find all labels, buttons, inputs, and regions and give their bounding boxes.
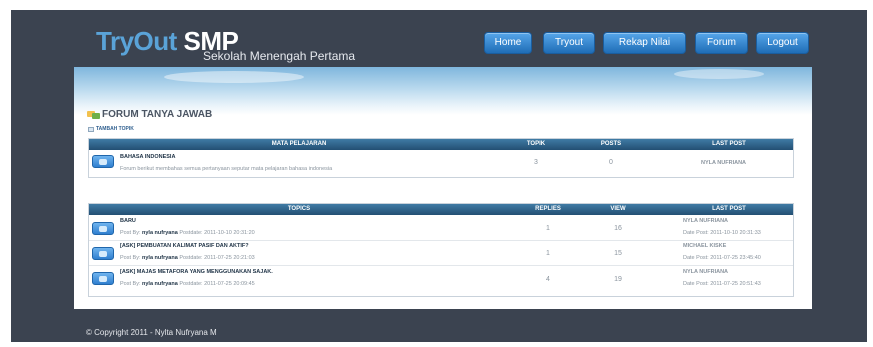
topic-icon (92, 222, 114, 235)
table-header: MATA PELAJARAN TOPIK POSTS LAST POST (89, 139, 793, 150)
last-post-date: Date Post: 2011-07-25 23:45:40 (683, 255, 761, 261)
row-divider (89, 240, 793, 241)
last-post-date: Date Post: 2011-07-25 20:51:43 (683, 281, 761, 287)
topic-title-link[interactable]: BARU (120, 218, 136, 224)
view-count: 15 (614, 250, 622, 257)
postdate: Postdate: 2011-10-10 20:31:20 (179, 230, 255, 236)
column-header-replies: REPLIES (535, 206, 561, 212)
forum-icon (87, 111, 100, 119)
post-count: 0 (609, 159, 613, 166)
last-post-user: NYLA NUFRIANA (701, 160, 747, 166)
column-header-topics: TOPIK (526, 141, 546, 147)
add-topic-link[interactable]: TAMBAH TOPIK (96, 126, 134, 132)
column-header-subject: MATA PELAJARAN (271, 141, 327, 147)
logo-subtitle: Sekolah Menengah Pertama (203, 49, 356, 63)
topic-icon (92, 247, 114, 260)
row-divider (89, 265, 793, 266)
last-post-user: NYLA NUFRIANA (683, 218, 729, 224)
add-topic-icon (88, 127, 94, 132)
column-header-topics: TOPICS (287, 206, 311, 212)
post-by-user: nyla nufryana (142, 281, 178, 287)
banner-highlight (164, 71, 304, 83)
post-by-label: Post By: (120, 230, 141, 236)
footer-copyright: © Copyright 2011 - Nylta Nufryana M (86, 328, 217, 337)
nav-rekap-nilai-button[interactable]: Rekap Nilai (603, 32, 686, 54)
topic-count: 3 (534, 159, 538, 166)
post-by-user: nyla nufryana (142, 255, 178, 261)
column-header-last-post: LAST POST (712, 141, 746, 147)
nav-forum-button[interactable]: Forum (695, 32, 748, 54)
subject-name-link[interactable]: BAHASA INDONESIA (120, 154, 175, 160)
header-banner (74, 67, 812, 115)
topic-title-link[interactable]: [ASK] MAJAS METAFORA YANG MENGGUNAKAN SA… (120, 269, 273, 275)
logo-main-text: TryOut (96, 26, 177, 56)
site-logo[interactable]: TryOut SMP Sekolah Menengah Pertama (96, 26, 376, 66)
view-count: 19 (614, 276, 622, 283)
post-by-user: nyla nufryana (142, 230, 178, 236)
view-count: 16 (614, 225, 622, 232)
table-header: TOPICS REPLIES VIEW LAST POST (89, 204, 793, 215)
last-post-user: MICHAEL KISKE (683, 243, 727, 249)
subject-description: Forum berikut membahas semua pertanyaan … (120, 166, 333, 172)
column-header-last-post: LAST POST (712, 206, 746, 212)
last-post-user: NYLA NUFRIANA (683, 269, 729, 275)
subjects-table: MATA PELAJARAN TOPIK POSTS LAST POST BAH… (88, 138, 794, 178)
post-by-label: Post By: (120, 281, 141, 287)
nav-home-button[interactable]: Home (484, 32, 532, 54)
banner-highlight (674, 69, 764, 79)
nav-tryout-button[interactable]: Tryout (543, 32, 595, 54)
topic-title-link[interactable]: [ASK] PEMBUATAN KALIMAT PASIF DAN AKTIF? (120, 243, 249, 249)
column-header-view: VIEW (610, 206, 626, 212)
reply-count: 4 (546, 276, 550, 283)
postdate: Postdate: 2011-07-25 20:21:03 (179, 255, 255, 261)
post-by-label: Post By: (120, 255, 141, 261)
last-post-date: Date Post: 2011-10-10 20:31:33 (683, 230, 761, 236)
topics-table: TOPICS REPLIES VIEW LAST POST BARU Post … (88, 203, 794, 297)
page-title: FORUM TANYA JAWAB (102, 109, 213, 120)
forum-category-icon (92, 155, 114, 168)
topic-icon (92, 272, 114, 285)
column-header-posts: POSTS (600, 141, 622, 147)
reply-count: 1 (546, 225, 550, 232)
nav-logout-button[interactable]: Logout (756, 32, 809, 54)
postdate: Postdate: 2011-07-25 20:09:45 (179, 281, 255, 287)
reply-count: 1 (546, 250, 550, 257)
